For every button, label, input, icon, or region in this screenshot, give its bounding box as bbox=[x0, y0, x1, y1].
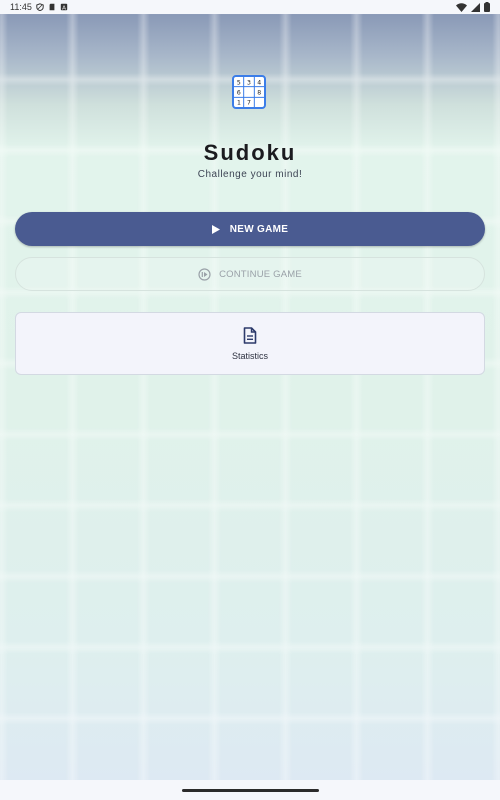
privacy-shield-icon bbox=[36, 3, 44, 11]
app-subtitle: Challenge your mind! bbox=[197, 169, 303, 180]
new-game-button[interactable]: NEW GAME bbox=[15, 212, 485, 246]
cellular-signal-icon bbox=[471, 2, 480, 12]
status-time: 11:45 bbox=[10, 2, 32, 12]
wifi-icon bbox=[456, 2, 467, 12]
play-icon bbox=[211, 224, 220, 234]
grid-background bbox=[0, 0, 500, 800]
notification-a-icon: A bbox=[60, 3, 68, 11]
statistics-card[interactable]: Statistics bbox=[15, 312, 485, 375]
battery-icon bbox=[484, 2, 490, 12]
new-game-label: NEW GAME bbox=[229, 223, 289, 235]
sim-card-icon bbox=[49, 3, 55, 11]
logo-cell: 4 bbox=[257, 79, 261, 87]
status-bar: 11:45 A bbox=[0, 0, 500, 14]
resume-icon bbox=[198, 267, 211, 281]
continue-game-button[interactable]: CONTINUE GAME bbox=[15, 257, 485, 291]
app-title: Sudoku bbox=[203, 140, 297, 165]
logo-cell: 3 bbox=[247, 79, 251, 87]
gesture-nav-handle[interactable] bbox=[182, 789, 319, 792]
logo-cell: 5 bbox=[237, 79, 241, 87]
continue-game-label: CONTINUE GAME bbox=[219, 268, 302, 280]
logo-cell: 8 bbox=[257, 89, 261, 97]
svg-text:A: A bbox=[62, 5, 66, 11]
logo-cell: 6 bbox=[237, 89, 241, 97]
document-stats-icon bbox=[243, 326, 257, 344]
logo-cell: 7 bbox=[247, 99, 251, 107]
statistics-label: Statistics bbox=[231, 350, 268, 361]
sudoku-logo-icon: 5 3 4 6 8 1 7 bbox=[232, 75, 266, 109]
logo-cell: 1 bbox=[237, 99, 241, 107]
